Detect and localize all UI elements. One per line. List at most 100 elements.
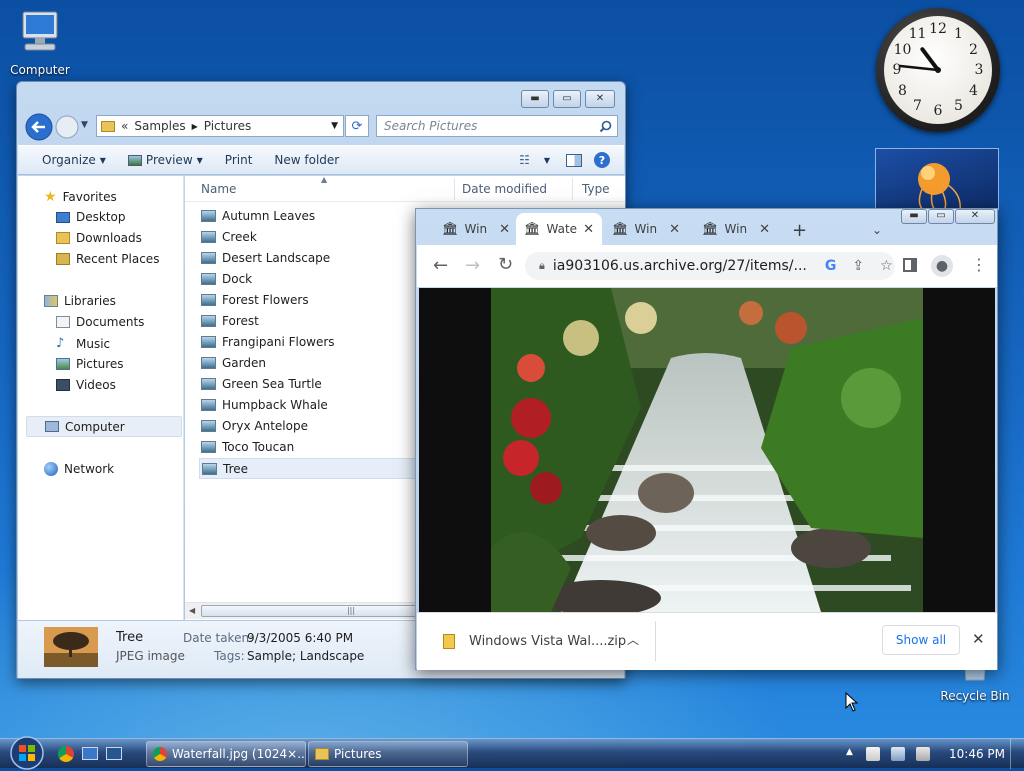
share-icon[interactable]: ⇪ xyxy=(852,258,864,274)
address-bar[interactable]: « Samples ▶ Pictures ▼ xyxy=(96,115,344,137)
close-tab-icon[interactable]: ✕ xyxy=(499,222,510,237)
help-button[interactable]: ? xyxy=(594,152,624,168)
show-desktop-button[interactable] xyxy=(1010,739,1024,769)
chrome-maximize-button[interactable]: ▭ xyxy=(928,209,954,224)
tray-clock-time[interactable]: 10:46 PM xyxy=(949,747,1005,761)
breadcrumb-overflow[interactable]: « xyxy=(121,119,128,133)
browser-tab[interactable]: 🏛︎ Win ✕ xyxy=(694,213,778,245)
address-dropdown-icon[interactable]: ▼ xyxy=(331,121,338,131)
new-tab-button[interactable]: + xyxy=(792,220,807,241)
browser-tab[interactable]: 🏛︎ Win ✕ xyxy=(604,213,688,245)
details-date-value[interactable]: 9/3/2005 6:40 PM xyxy=(247,631,353,645)
nav-network[interactable]: Network xyxy=(44,462,114,476)
breadcrumb-samples[interactable]: Samples xyxy=(134,119,185,133)
file-row[interactable]: Forest Flowers xyxy=(201,293,309,307)
column-divider[interactable] xyxy=(572,178,573,200)
taskbar-explorer-button[interactable]: Pictures xyxy=(308,741,468,767)
maximize-button[interactable]: ▭ xyxy=(553,90,581,108)
browser-tab[interactable]: 🏛︎ Win ✕ xyxy=(434,213,518,245)
breadcrumb-pictures[interactable]: Pictures xyxy=(204,119,252,133)
switch-windows-quicklaunch-icon[interactable] xyxy=(106,747,122,760)
minimize-button[interactable]: ▬ xyxy=(521,90,549,108)
nav-computer[interactable]: Computer xyxy=(26,416,182,437)
download-item-name[interactable]: Windows Vista Wal....zip xyxy=(469,634,626,649)
show-all-button[interactable]: Show all xyxy=(882,625,960,655)
organize-button[interactable]: Organize ▼ xyxy=(18,153,117,167)
column-type[interactable]: Type xyxy=(582,182,610,196)
nav-favorites[interactable]: ★ Favorites xyxy=(44,189,117,205)
column-name[interactable]: Name xyxy=(201,182,236,196)
hour-hand xyxy=(920,47,940,72)
file-row[interactable]: Desert Landscape xyxy=(201,251,330,265)
nav-downloads[interactable]: Downloads xyxy=(56,231,142,245)
column-date-modified[interactable]: Date modified xyxy=(462,182,547,196)
clock-gadget[interactable]: 12 1 2 3 4 5 6 7 8 9 10 11 xyxy=(876,8,1000,132)
chrome-quicklaunch-icon[interactable] xyxy=(58,746,74,762)
start-button[interactable] xyxy=(8,735,46,771)
file-row[interactable]: Toco Toucan xyxy=(201,440,294,454)
nav-music[interactable]: ♪ Music xyxy=(56,336,110,351)
close-button[interactable]: ✕ xyxy=(585,90,615,108)
close-tab-icon[interactable]: ✕ xyxy=(759,222,770,237)
omnibox[interactable]: 🔒︎ ia903106.us.archive.org/27/items/... … xyxy=(525,252,895,280)
refresh-button[interactable]: ⟳ xyxy=(345,115,369,137)
details-tags-value[interactable]: Sample; Landscape xyxy=(247,649,364,663)
back-button[interactable] xyxy=(25,113,53,141)
volume-muted-icon[interactable] xyxy=(916,747,930,761)
google-icon[interactable]: G xyxy=(825,258,837,274)
file-row[interactable]: Garden xyxy=(201,356,266,370)
file-row[interactable]: Humpback Whale xyxy=(201,398,328,412)
chrome-minimize-button[interactable]: ▬ xyxy=(901,209,927,224)
back-arrow-icon[interactable]: ← xyxy=(433,255,448,276)
browser-tab[interactable]: 🏛︎ Wate ✕ xyxy=(516,213,602,245)
menu-kebab-icon[interactable]: ⋮ xyxy=(971,255,987,274)
close-tab-icon[interactable]: ✕ xyxy=(669,222,680,237)
search-box[interactable]: Search Pictures xyxy=(376,115,618,137)
new-folder-button[interactable]: New folder xyxy=(263,153,350,167)
file-row[interactable]: Dock xyxy=(201,272,252,286)
chrome-close-button[interactable]: ✕ xyxy=(955,209,995,224)
change-view-button[interactable]: ☷ ▼ xyxy=(508,153,554,167)
recent-pages-chevron-icon[interactable]: ▼ xyxy=(81,120,88,130)
file-row[interactable]: Frangipani Flowers xyxy=(201,335,335,349)
close-tab-icon[interactable]: ✕ xyxy=(583,222,594,237)
nav-libraries[interactable]: Libraries xyxy=(44,294,116,308)
preview-pane-button[interactable] xyxy=(554,153,594,167)
nav-pictures[interactable]: Pictures xyxy=(56,357,124,371)
waterfall-image[interactable] xyxy=(491,288,923,612)
print-button[interactable]: Print xyxy=(214,153,264,167)
show-hidden-icons-button[interactable]: ▲ xyxy=(846,747,853,757)
file-row[interactable]: Green Sea Turtle xyxy=(201,377,322,391)
nav-videos[interactable]: Videos xyxy=(56,378,116,392)
nav-desktop[interactable]: Desktop xyxy=(56,210,126,224)
side-panel-icon[interactable] xyxy=(903,258,917,272)
chrome-window[interactable]: ▬ ▭ ✕ 🏛︎ Win ✕ 🏛︎ Wate ✕ 🏛︎ Win ✕ 🏛︎ Win ✕ + ⌄ ← → … xyxy=(415,208,998,670)
profile-avatar-icon[interactable]: ● xyxy=(931,255,953,277)
lock-icon[interactable]: 🔒︎ xyxy=(539,259,545,273)
action-center-flag-icon[interactable] xyxy=(866,747,880,761)
network-status-icon[interactable] xyxy=(891,747,905,761)
close-download-bar-icon[interactable]: ✕ xyxy=(972,630,985,648)
forward-button[interactable] xyxy=(55,115,79,139)
file-row[interactable]: Autumn Leaves xyxy=(201,209,315,223)
nav-recent-places[interactable]: Recent Places xyxy=(56,252,159,266)
forward-arrow-icon[interactable]: → xyxy=(465,255,480,276)
file-row[interactable]: Forest xyxy=(201,314,259,328)
nav-documents[interactable]: Documents xyxy=(56,315,144,329)
show-desktop-quicklaunch-icon[interactable] xyxy=(82,747,98,760)
search-icon[interactable] xyxy=(599,120,612,133)
tab-search-chevron-icon[interactable]: ⌄ xyxy=(872,223,882,237)
file-row[interactable]: Creek xyxy=(201,230,257,244)
url-text[interactable]: ia903106.us.archive.org/27/items/... xyxy=(553,258,807,274)
column-divider[interactable] xyxy=(454,178,455,200)
taskbar-chrome-button[interactable]: Waterfall.jpg (1024×... xyxy=(146,741,306,767)
download-options-chevron-icon[interactable]: ︿ xyxy=(627,631,639,648)
scroll-left-icon[interactable]: ◀ xyxy=(189,606,195,615)
slideshow-gadget[interactable] xyxy=(875,148,999,210)
file-row[interactable]: Oryx Antelope xyxy=(201,419,308,433)
bookmark-star-icon[interactable]: ☆ xyxy=(880,258,893,274)
search-input[interactable]: Search Pictures xyxy=(384,119,477,133)
preview-button[interactable]: Preview ▼ xyxy=(117,153,214,167)
reload-icon[interactable]: ↻ xyxy=(498,254,513,275)
desktop-computer-icon[interactable]: Computer xyxy=(0,8,80,77)
